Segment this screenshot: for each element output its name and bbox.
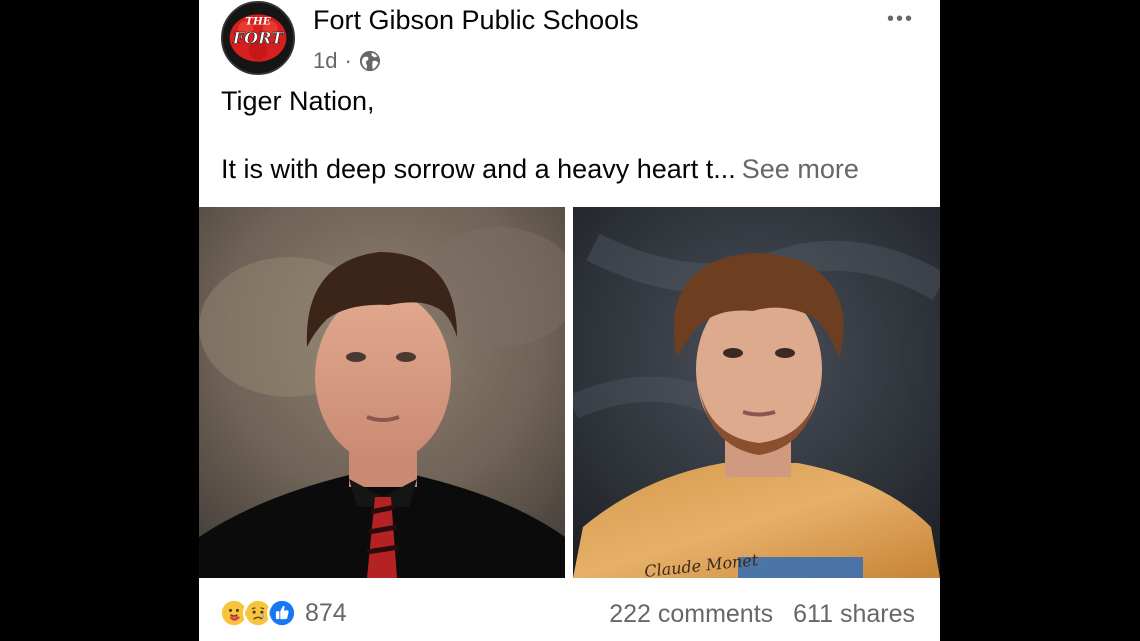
post-meta: 1d ·	[313, 46, 381, 76]
more-options-icon[interactable]: •••	[887, 8, 914, 31]
post-text-line-1: Tiger Nation,	[221, 86, 375, 116]
comments-count-link[interactable]: 222 comments	[609, 600, 773, 629]
photo-grid: Claude Monet	[199, 207, 940, 578]
reaction-count: 874	[305, 598, 347, 627]
reactions-summary[interactable]: 874	[219, 598, 347, 628]
photo-right[interactable]: Claude Monet	[573, 207, 940, 578]
left-portrait-image	[199, 207, 565, 578]
post-timestamp[interactable]: 1d	[313, 48, 337, 74]
page-avatar[interactable]: THE FORT	[221, 1, 295, 75]
meta-separator: ·	[344, 48, 352, 73]
page-name-link[interactable]: Fort Gibson Public Schools	[313, 5, 639, 36]
right-portrait-image: Claude Monet	[573, 207, 940, 578]
shares-count-link[interactable]: 611 shares	[793, 600, 915, 629]
post-text-line-2: It is with deep sorrow and a heavy heart…	[221, 154, 859, 185]
post-text-truncated: It is with deep sorrow and a heavy heart…	[221, 154, 736, 184]
avatar-logo-top: THE	[245, 16, 272, 28]
facebook-post-card: THE FORT Fort Gibson Public Schools 1d ·…	[199, 0, 940, 641]
fort-logo-icon: THE FORT	[223, 3, 293, 73]
see-more-link[interactable]: See more	[742, 154, 859, 184]
engagement-stats: 222 comments 611 shares	[609, 600, 915, 629]
avatar-logo-main: FORT	[232, 29, 284, 48]
like-reaction-icon	[267, 598, 297, 628]
globe-icon	[359, 50, 380, 72]
photo-left[interactable]	[199, 207, 565, 578]
post-footer: 874 222 comments 611 shares	[199, 578, 940, 641]
